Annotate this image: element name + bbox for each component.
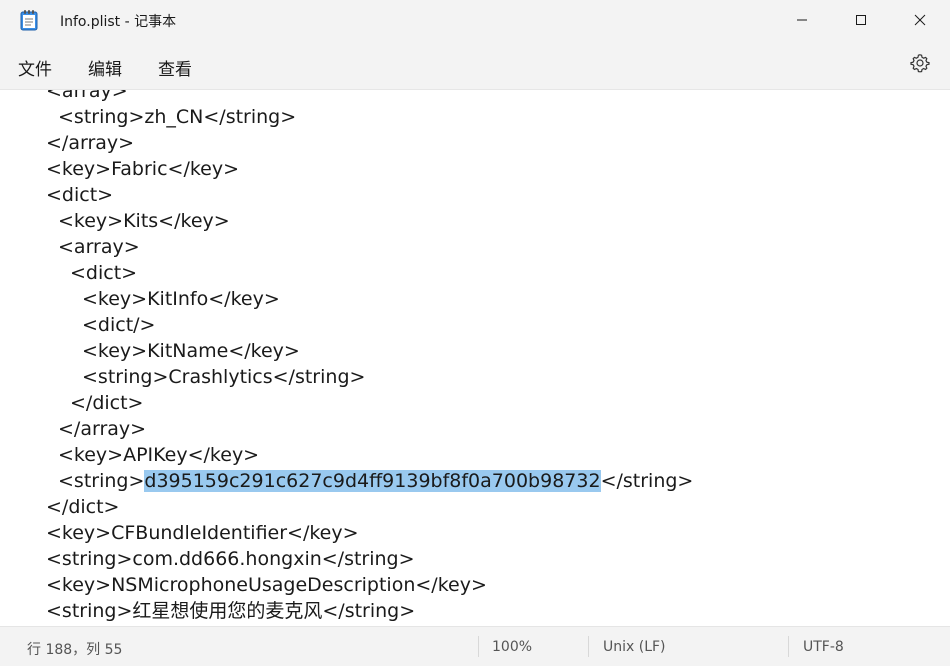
- status-divider: [478, 636, 479, 657]
- editor-line: <dict>: [70, 262, 138, 284]
- minimize-button[interactable]: [779, 0, 825, 40]
- editor-line: <key>KitInfo</key>: [82, 288, 280, 310]
- editor-line: <key>KitName</key>: [82, 340, 300, 362]
- status-divider: [788, 636, 789, 657]
- editor-line: <string>d395159c291c627c9d4ff9139bf8f0a7…: [58, 468, 693, 494]
- editor-line: <key>CFBundleIdentifier</key>: [46, 522, 359, 544]
- editor-line: <dict/>: [82, 314, 156, 336]
- status-bar: 行 188，列 55 100% Unix (LF) UTF-8: [0, 626, 950, 666]
- line-text: <string>: [58, 470, 145, 492]
- editor-line: </dict>: [46, 496, 120, 518]
- selected-text: d395159c291c627c9d4ff9139bf8f0a700b98732: [144, 470, 601, 492]
- editor-line: <key>Kits</key>: [58, 210, 230, 232]
- editor-line: <string>com.dd666.hongxin</string>: [46, 548, 415, 570]
- editor-line: <string>红星想使用您的麦克风</string>: [46, 600, 416, 622]
- editor-line: <string>zh_CN</string>: [58, 106, 297, 128]
- maximize-icon: [855, 14, 867, 26]
- window-title: Info.plist - 记事本: [60, 14, 177, 30]
- editor-line: </dict>: [70, 392, 144, 414]
- editor-line: <string>Crashlytics</string>: [82, 366, 366, 388]
- gear-icon: [910, 53, 930, 77]
- menu-view[interactable]: 查看: [158, 55, 192, 80]
- menu-bar: 文件 编辑 查看: [0, 40, 950, 89]
- editor-line: </array>: [58, 418, 147, 440]
- editor-line: <dict>: [46, 184, 114, 206]
- editor-line: <array>: [46, 89, 128, 102]
- editor-line: </array>: [46, 132, 135, 154]
- status-divider: [588, 636, 589, 657]
- line-ending[interactable]: Unix (LF): [603, 639, 666, 655]
- menu-edit[interactable]: 编辑: [88, 55, 122, 80]
- close-button[interactable]: [897, 0, 943, 40]
- maximize-button[interactable]: [838, 0, 884, 40]
- settings-button[interactable]: [908, 53, 932, 77]
- editor-line: <key>APIKey</key>: [58, 444, 260, 466]
- notepad-icon: [20, 9, 38, 31]
- close-icon: [914, 14, 926, 26]
- minimize-icon: [796, 14, 808, 26]
- editor-line: <key>NSMicrophoneUsageDescription</key>: [46, 574, 487, 596]
- text-editor[interactable]: <array> <string>zh_CN</string> </array> <ke…: [0, 89, 950, 627]
- title-bar: Info.plist - 记事本: [0, 0, 950, 40]
- editor-line: <array>: [58, 236, 140, 258]
- cursor-position: 行 188，列 55: [27, 642, 123, 658]
- editor-line: <key>Fabric</key>: [46, 158, 240, 180]
- menu-file[interactable]: 文件: [18, 55, 52, 80]
- zoom-level[interactable]: 100%: [492, 639, 532, 655]
- line-text: </string>: [600, 470, 694, 492]
- encoding[interactable]: UTF-8: [803, 639, 844, 655]
